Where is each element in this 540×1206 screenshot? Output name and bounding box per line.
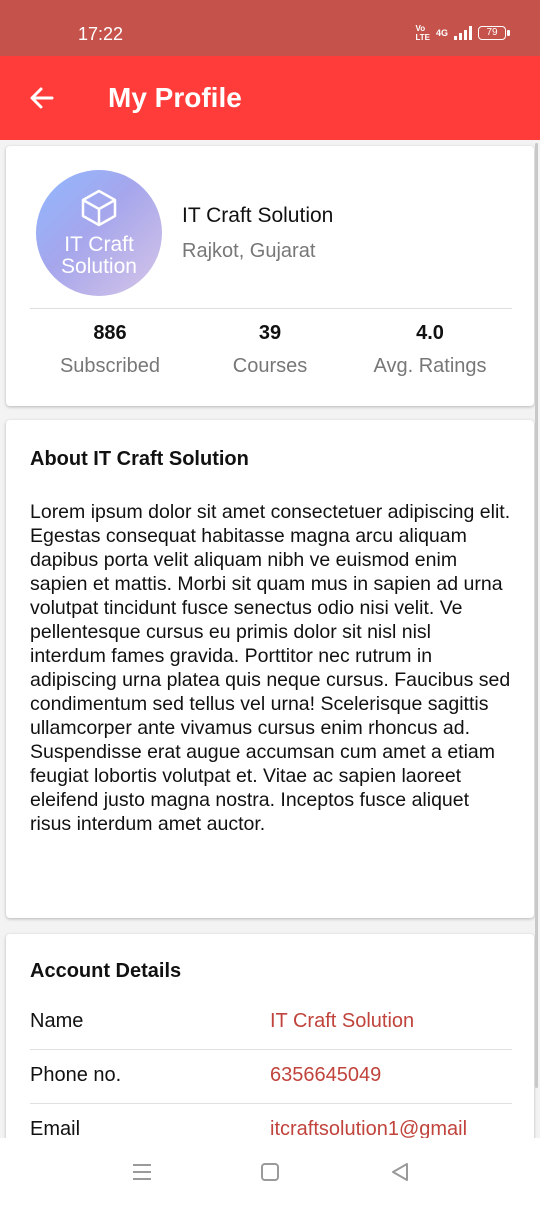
status-icons: Vo LTE 4G 79 (415, 24, 510, 42)
detail-label: Name (30, 1010, 84, 1032)
home-button[interactable] (258, 1160, 282, 1184)
stat-ratings: 4.0 Avg. Ratings (340, 322, 520, 378)
stat-subscribed: 886 Subscribed (20, 322, 200, 378)
signal-icon (454, 26, 472, 40)
about-title: About IT Craft Solution (30, 448, 249, 470)
page-title: My Profile (108, 82, 242, 113)
stat-value: 886 (93, 322, 127, 344)
org-name: IT Craft Solution (182, 204, 334, 227)
stat-courses: 39 Courses (180, 322, 360, 378)
network-type: 4G (435, 28, 448, 38)
org-logo: IT Craft Solution (36, 170, 162, 296)
logo-line-2: Solution (61, 255, 137, 278)
volte-icon: Vo LTE (415, 24, 430, 42)
account-details-card: Account Details Name IT Craft Solution P… (6, 934, 534, 1154)
account-title: Account Details (30, 960, 182, 982)
profile-card: IT Craft Solution IT Craft Solution Rajk… (6, 146, 534, 406)
system-nav-bar (0, 1138, 540, 1206)
status-time: 17:22 (78, 24, 124, 44)
back-triangle-icon (392, 1163, 408, 1181)
volte-bottom: LTE (415, 33, 430, 42)
stat-value: 39 (258, 322, 282, 344)
org-location: Rajkot, Gujarat (182, 240, 316, 262)
stat-label: Avg. Ratings (373, 355, 487, 377)
about-card: About IT Craft Solution Lorem ipsum dolo… (6, 420, 534, 918)
detail-value: IT Craft Solution (270, 1010, 415, 1032)
about-text: Lorem ipsum dolor sit amet consectetuer … (30, 501, 511, 835)
detail-value: 6356645049 (270, 1064, 382, 1086)
back-button[interactable] (22, 78, 62, 118)
detail-label: Phone no. (30, 1064, 122, 1086)
stat-label: Subscribed (59, 355, 161, 377)
logo-line-1: IT Craft (64, 233, 134, 256)
app-bar: My Profile (0, 56, 540, 140)
battery-icon: 79 (478, 26, 510, 40)
menu-button[interactable] (130, 1160, 154, 1184)
menu-icon (133, 1164, 151, 1180)
logo-text: IT Craft Solution (36, 234, 162, 278)
divider (30, 308, 512, 309)
stat-value: 4.0 (416, 322, 444, 344)
stat-label: Courses (232, 355, 308, 377)
scrollbar[interactable] (535, 143, 538, 1088)
detail-row-name: Name IT Craft Solution (30, 996, 512, 1050)
cube-icon (81, 189, 117, 227)
volte-top: Vo (415, 24, 426, 33)
arrow-left-icon (30, 87, 54, 109)
back-nav-button[interactable] (388, 1160, 412, 1184)
detail-row-phone: Phone no. 6356645049 (30, 1050, 512, 1104)
home-square-icon (261, 1163, 279, 1181)
status-bar: 17:22 Vo LTE 4G 79 (0, 0, 540, 56)
